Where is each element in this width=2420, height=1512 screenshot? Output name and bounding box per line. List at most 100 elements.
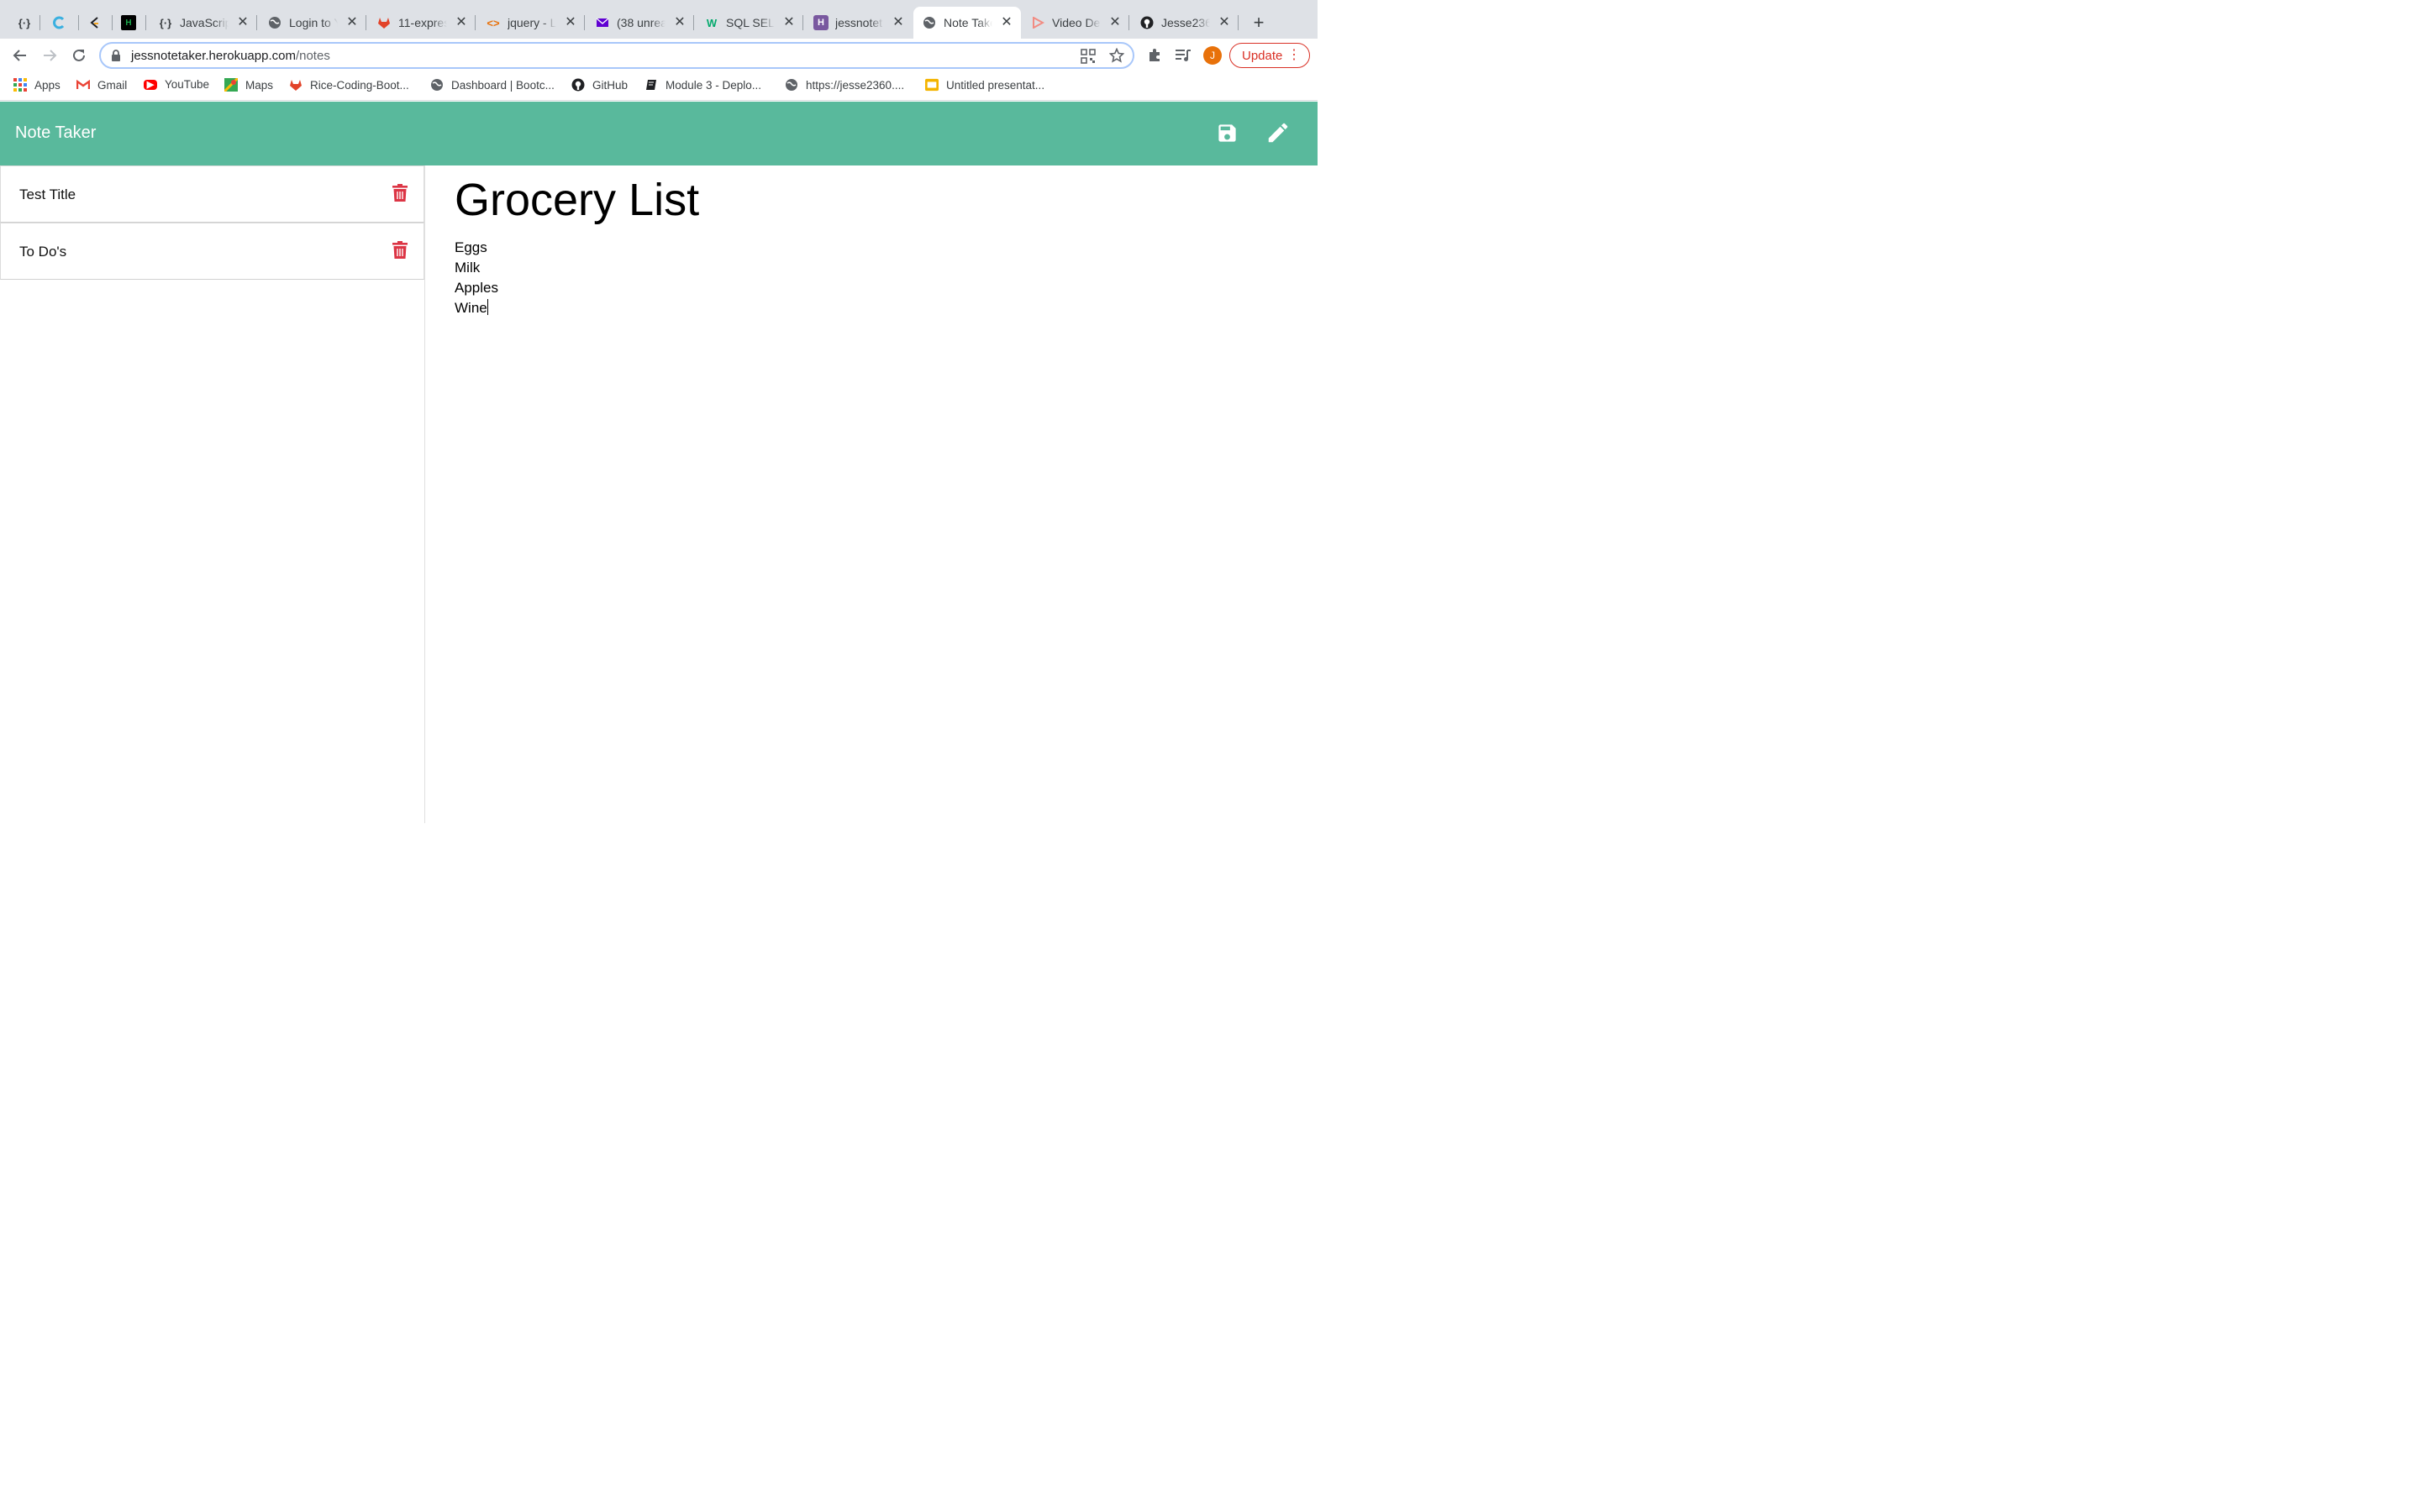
browser-toolbar: jessnotetaker.herokuapp.com/notes J Upda… [0, 39, 1318, 72]
tab-video[interactable]: Video Det ✕ [1022, 7, 1129, 39]
bookmark-apps[interactable]: Apps [13, 78, 60, 92]
back-arrow-icon[interactable] [10, 45, 30, 66]
address-bar[interactable]: jessnotetaker.herokuapp.com/notes [99, 42, 1134, 69]
note-title[interactable]: Test Title [19, 186, 76, 203]
bookmark-star-icon[interactable] [1108, 47, 1125, 67]
w3schools-icon: W [706, 16, 718, 29]
tab-title: Note Take [944, 16, 992, 29]
notes-list: Test Title To Do's [0, 165, 425, 823]
list-item[interactable]: To Do's [0, 223, 424, 280]
video-icon [1030, 15, 1045, 30]
url-host: jessnotetaker.herokuapp.com [131, 49, 296, 63]
braces-icon: {·} [159, 16, 172, 29]
app-header: Note Taker [0, 102, 1318, 165]
tab-title: JavaScrip [180, 16, 229, 29]
bookmark-module-3[interactable]: Module 3 - Deplo... [644, 78, 761, 92]
tab-mail[interactable]: (38 unrea ✕ [587, 7, 694, 39]
bookmarks-bar: Apps Gmail ▶ YouTube Maps Rice-Coding-Bo… [0, 72, 1318, 101]
tab-login[interactable]: Login to Y ✕ [259, 7, 366, 39]
tab-title: Login to Y [289, 16, 338, 29]
note-title-input[interactable]: Grocery List [455, 174, 699, 226]
globe-icon [430, 78, 444, 92]
bookmark-label: Maps [245, 78, 274, 92]
tab-sql[interactable]: W SQL SELE ✕ [696, 7, 803, 39]
globe-icon [922, 15, 937, 30]
bookmark-youtube[interactable]: ▶ YouTube [144, 78, 209, 91]
more-vertical-icon[interactable]: ⋮ [1287, 47, 1301, 64]
mail-icon [595, 15, 610, 30]
tab-pinned-3[interactable] [79, 7, 113, 39]
hackerrank-icon: H [121, 15, 136, 30]
profile-avatar[interactable]: J [1203, 46, 1222, 65]
code-brackets-icon: <> [487, 16, 500, 29]
tab-pinned-4[interactable]: H [113, 7, 146, 39]
lock-icon[interactable] [111, 50, 121, 66]
bookmark-gmail[interactable]: Gmail [76, 78, 127, 92]
close-icon[interactable]: ✕ [454, 14, 469, 29]
reload-icon[interactable] [69, 45, 89, 66]
extensions-puzzle-icon[interactable] [1144, 45, 1165, 66]
bookmark-label: Rice-Coding-Boot... [310, 78, 409, 92]
list-item[interactable]: Test Title [0, 165, 424, 223]
note-title[interactable]: To Do's [19, 244, 66, 260]
tab-title: jessnotet [835, 16, 883, 29]
new-note-pencil-icon[interactable] [1265, 120, 1291, 150]
tab-title: 11-expres [398, 16, 447, 29]
forward-arrow-icon[interactable] [39, 45, 60, 66]
tab-note-taker[interactable]: Note Take ✕ [913, 7, 1021, 39]
tab-github[interactable]: Jesse236 ✕ [1131, 7, 1239, 39]
tab-title: (38 unrea [617, 16, 666, 29]
bookmark-jesse2360[interactable]: https://jesse2360.... [785, 78, 904, 92]
close-icon[interactable]: ✕ [563, 14, 578, 29]
bookmark-label: GitHub [592, 78, 629, 92]
bookmark-maps[interactable]: Maps [224, 78, 273, 92]
text-caret [487, 299, 488, 315]
qr-code-icon[interactable] [1081, 49, 1096, 68]
tab-express[interactable]: 11-expres ✕ [368, 7, 476, 39]
note-body-text: Eggs Milk Apples Wine [455, 239, 498, 316]
tab-title: Jesse236 [1161, 16, 1210, 29]
close-icon[interactable]: ✕ [781, 14, 797, 29]
bookmark-label: Module 3 - Deplo... [666, 78, 762, 92]
bookmark-github[interactable]: GitHub [571, 78, 628, 92]
tab-javascript[interactable]: {·} JavaScrip ✕ [150, 7, 257, 39]
close-icon[interactable]: ✕ [1217, 14, 1232, 29]
braces-icon: {·} [18, 16, 31, 29]
globe-icon [267, 15, 282, 30]
globe-icon [785, 78, 798, 92]
close-icon[interactable]: ✕ [891, 14, 906, 29]
close-icon[interactable]: ✕ [345, 14, 360, 29]
bookmark-rice-coding[interactable]: Rice-Coding-Boot... [289, 78, 409, 92]
bookmark-dashboard[interactable]: Dashboard | Bootc... [430, 78, 555, 92]
url-text: jessnotetaker.herokuapp.com/notes [131, 49, 330, 63]
update-label: Update [1242, 48, 1283, 63]
tab-jquery[interactable]: <> jquery - L ✕ [477, 7, 585, 39]
tab-title: jquery - L [508, 16, 556, 29]
media-queue-icon[interactable] [1173, 45, 1193, 66]
close-icon[interactable]: ✕ [235, 14, 250, 29]
trash-icon[interactable] [392, 241, 408, 264]
bookmark-label: Gmail [97, 78, 128, 92]
heroku-icon: H [813, 15, 829, 30]
tab-pinned-2[interactable] [44, 7, 79, 39]
tab-heroku[interactable]: H jessnotet ✕ [805, 7, 913, 39]
bookmark-label: https://jesse2360.... [806, 78, 905, 92]
c-logo-icon [52, 15, 67, 30]
url-path: /notes [295, 49, 330, 63]
close-icon[interactable]: ✕ [672, 14, 687, 29]
apps-grid-icon [13, 78, 27, 92]
bookmark-label: YouTube [165, 78, 210, 91]
note-text-area[interactable]: Eggs Milk Apples Wine [455, 238, 498, 318]
close-icon[interactable]: ✕ [999, 14, 1014, 29]
new-tab-plus-icon[interactable]: + [1249, 12, 1269, 33]
bookmark-untitled-presentation[interactable]: Untitled presentat... [925, 78, 1044, 92]
tab-title: SQL SELE [726, 16, 775, 29]
tab-pinned-1[interactable]: {·} [8, 7, 40, 39]
save-icon[interactable] [1216, 122, 1239, 149]
update-button[interactable]: Update ⋮ [1229, 43, 1310, 68]
app-brand[interactable]: Note Taker [15, 123, 96, 143]
close-icon[interactable]: ✕ [1107, 14, 1123, 29]
trash-icon[interactable] [392, 184, 408, 207]
bookmark-label: Untitled presentat... [946, 78, 1045, 92]
note-editor: Grocery List Eggs Milk Apples Wine [425, 165, 1318, 823]
